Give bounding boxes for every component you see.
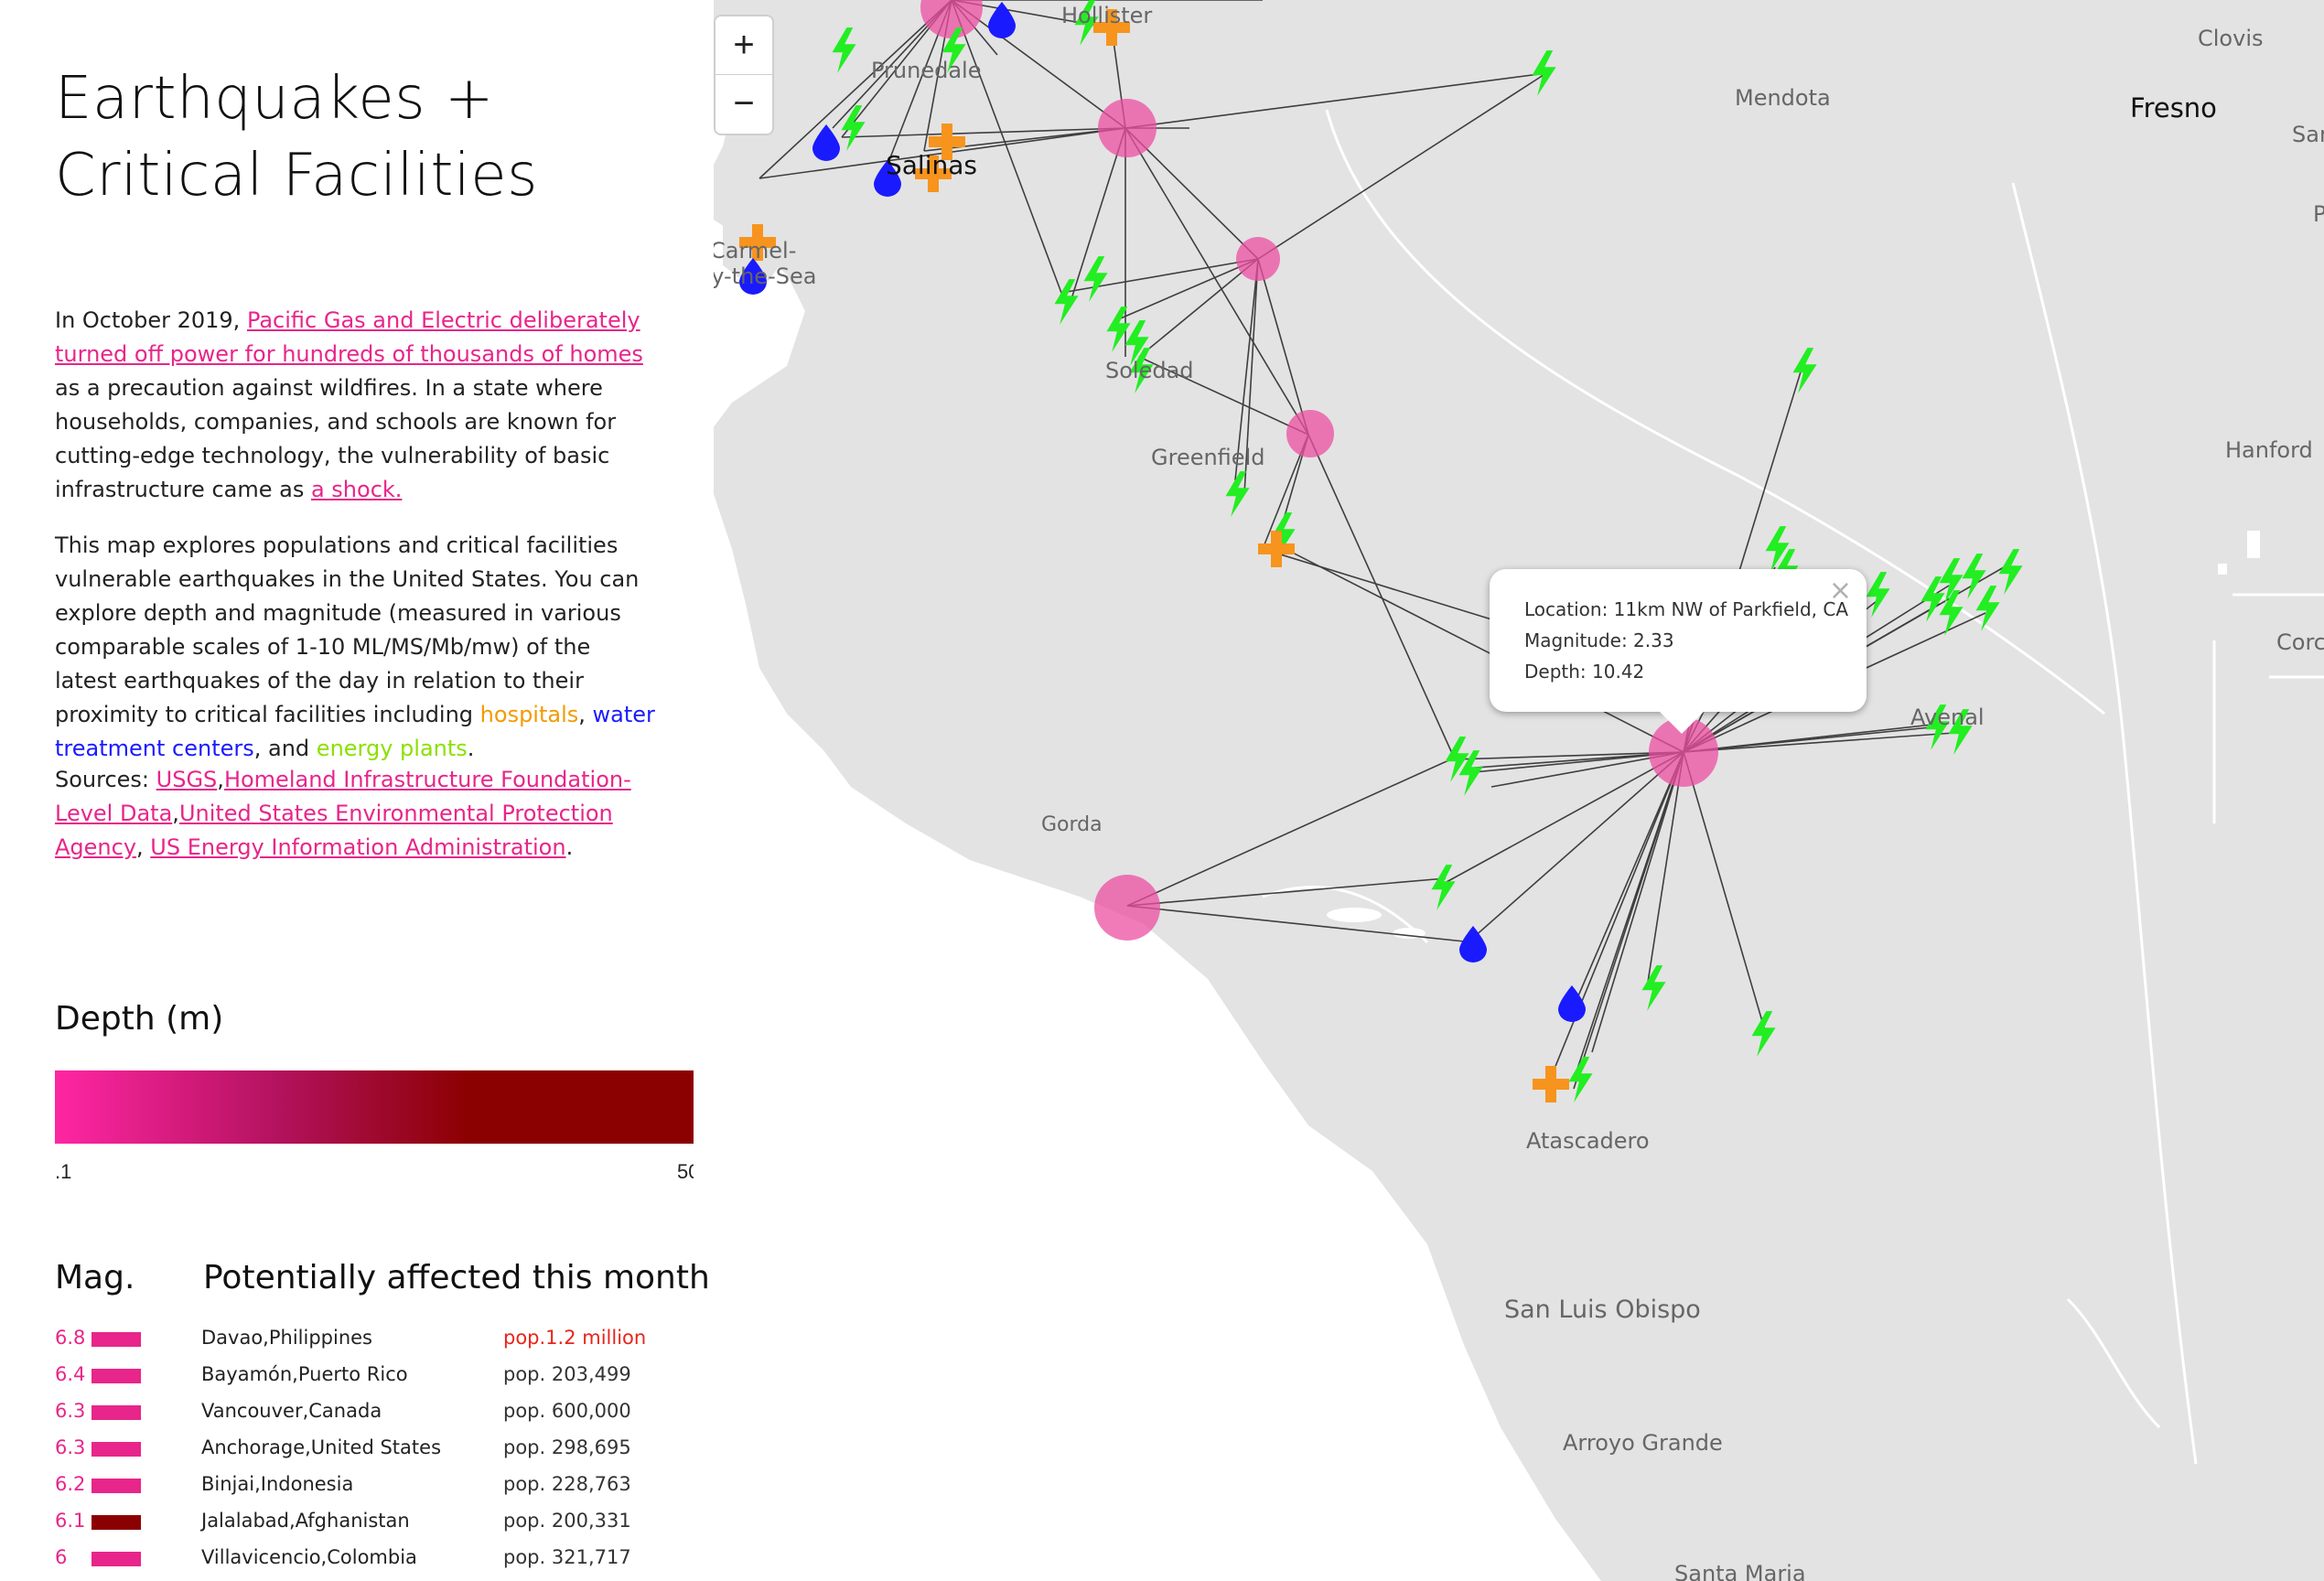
row-population: pop. 228,763 (503, 1473, 631, 1495)
city-label: Fresno (2130, 92, 2217, 124)
zoom-out-button[interactable]: − (715, 75, 772, 133)
earthquake-marker[interactable] (1094, 875, 1160, 941)
sources-paragraph: Sources: USGS,Homeland Infrastructure Fo… (55, 767, 631, 860)
row-place: Davao,Philippines (201, 1327, 373, 1349)
earthquake-marker[interactable] (1098, 99, 1157, 157)
city-label: Arroyo Grande (1563, 1430, 1723, 1456)
city-label: Salinas (886, 150, 977, 180)
row-population: pop. 200,331 (503, 1510, 631, 1532)
row-magnitude-bar (91, 1332, 141, 1347)
city-label: Hanford (2225, 437, 2313, 463)
row-magnitude: 6.2 (55, 1473, 86, 1495)
zoom-in-button[interactable]: + (715, 16, 772, 74)
row-magnitude: 6.3 (55, 1436, 86, 1458)
intro-text: In October 2019, (55, 307, 247, 333)
affected-row[interactable]: 6.1 Jalalabad,Afghanistan pop. 200,331 (55, 1504, 695, 1541)
city-label: Hollister (1061, 3, 1152, 28)
description-paragraph: This map explores populations and critic… (55, 529, 659, 766)
city-label: San (2292, 122, 2324, 147)
depth-legend-title: Depth (m) (55, 1000, 224, 1038)
intro-paragraph: In October 2019, Pacific Gas and Electri… (55, 304, 659, 507)
description-text: , (578, 702, 593, 727)
row-population: pop. 298,695 (503, 1436, 631, 1458)
row-population: pop. 321,717 (503, 1546, 631, 1568)
row-magnitude: 6.1 (55, 1510, 86, 1532)
description-text: , and (253, 736, 317, 761)
row-place: Jalalabad,Afghanistan (201, 1510, 410, 1532)
row-magnitude-bar (91, 1552, 141, 1566)
popup-pointer (1658, 710, 1705, 734)
popup-depth: Depth: 10.42 (1524, 661, 1645, 683)
earthquake-popup: × Location: 11km NW of Parkfield, CA Mag… (1490, 569, 1867, 712)
city-label: Prunedale (871, 58, 981, 83)
sources-label: Sources: (55, 767, 156, 792)
zoom-control: + − (714, 15, 774, 135)
row-magnitude-bar (91, 1479, 141, 1493)
city-label: Atascadero (1526, 1128, 1650, 1154)
city-label: Mendota (1735, 85, 1831, 111)
hospitals-label: hospitals (479, 702, 579, 727)
row-magnitude: 6.3 (55, 1400, 86, 1422)
row-magnitude-bar (91, 1442, 141, 1457)
city-label: Gorda (1041, 813, 1103, 836)
affected-row[interactable]: 6.2 Binjai,Indonesia pop. 228,763 (55, 1468, 695, 1504)
row-magnitude-bar (91, 1369, 141, 1383)
city-label: Corc (2276, 629, 2324, 655)
row-place: Bayamón,Puerto Rico (201, 1363, 408, 1385)
earthquake-marker[interactable] (1236, 237, 1280, 281)
energy-label: energy plants (316, 736, 468, 761)
affected-header: Potentially affected this month (203, 1259, 710, 1296)
depth-min-label: .1 (55, 1160, 72, 1183)
row-place: Binjai,Indonesia (201, 1473, 354, 1495)
row-magnitude: 6.4 (55, 1363, 86, 1385)
earthquake-marker[interactable] (1286, 410, 1334, 457)
city-label: P (2313, 201, 2324, 227)
row-magnitude: 6 (55, 1546, 68, 1568)
row-population: pop. 600,000 (503, 1400, 631, 1422)
affected-row[interactable]: 6.3 Anchorage,United States pop. 298,695 (55, 1431, 695, 1468)
source-usgs-link[interactable]: USGS (156, 767, 218, 792)
city-label: Carmel- (710, 238, 796, 264)
page-title: Earthquakes + Critical Facilities (55, 65, 538, 210)
row-place: Vancouver,Canada (201, 1400, 382, 1422)
affected-row[interactable]: 6.4 Bayamón,Puerto Rico pop. 203,499 (55, 1358, 695, 1394)
city-label: Clovis (2198, 26, 2263, 51)
city-label: Santa Maria (1674, 1561, 1806, 1581)
popup-location: Location: 11km NW of Parkfield, CA (1524, 598, 1849, 620)
depth-gradient-bar (55, 1070, 694, 1144)
source-eia-link[interactable]: US Energy Information Administration (150, 834, 565, 860)
city-label: Greenfield (1151, 445, 1264, 470)
magnitude-header: Mag. (55, 1259, 135, 1296)
affected-row[interactable]: 6.8 Davao,Philippines pop.1.2 million (55, 1321, 695, 1358)
description-text: This map explores populations and critic… (55, 532, 640, 727)
row-magnitude-bar (91, 1405, 141, 1420)
row-place: Villavicencio,Colombia (201, 1546, 417, 1568)
row-magnitude-bar (91, 1515, 141, 1530)
shock-link[interactable]: a shock. (311, 477, 402, 502)
row-place: Anchorage,United States (201, 1436, 442, 1458)
city-label: Soledad (1105, 358, 1194, 383)
description-text: . (467, 736, 475, 761)
info-sidebar: Earthquakes + Critical Facilities In Oct… (0, 0, 714, 1581)
popup-magnitude: Magnitude: 2.33 (1524, 629, 1674, 651)
affected-row[interactable]: 6 Villavicencio,Colombia pop. 321,717 (55, 1541, 695, 1577)
depth-max-label: 50 (677, 1160, 694, 1183)
row-population: pop.1.2 million (503, 1327, 647, 1349)
city-label: San Luis Obispo (1504, 1296, 1701, 1324)
city-label: Avenal (1910, 704, 1985, 730)
city-label: by-the-Sea (697, 264, 816, 289)
affected-row[interactable]: 6.3 Vancouver,Canada pop. 600,000 (55, 1394, 695, 1431)
row-magnitude: 6.8 (55, 1327, 86, 1349)
row-population: pop. 203,499 (503, 1363, 631, 1385)
sources-end: . (565, 834, 574, 860)
